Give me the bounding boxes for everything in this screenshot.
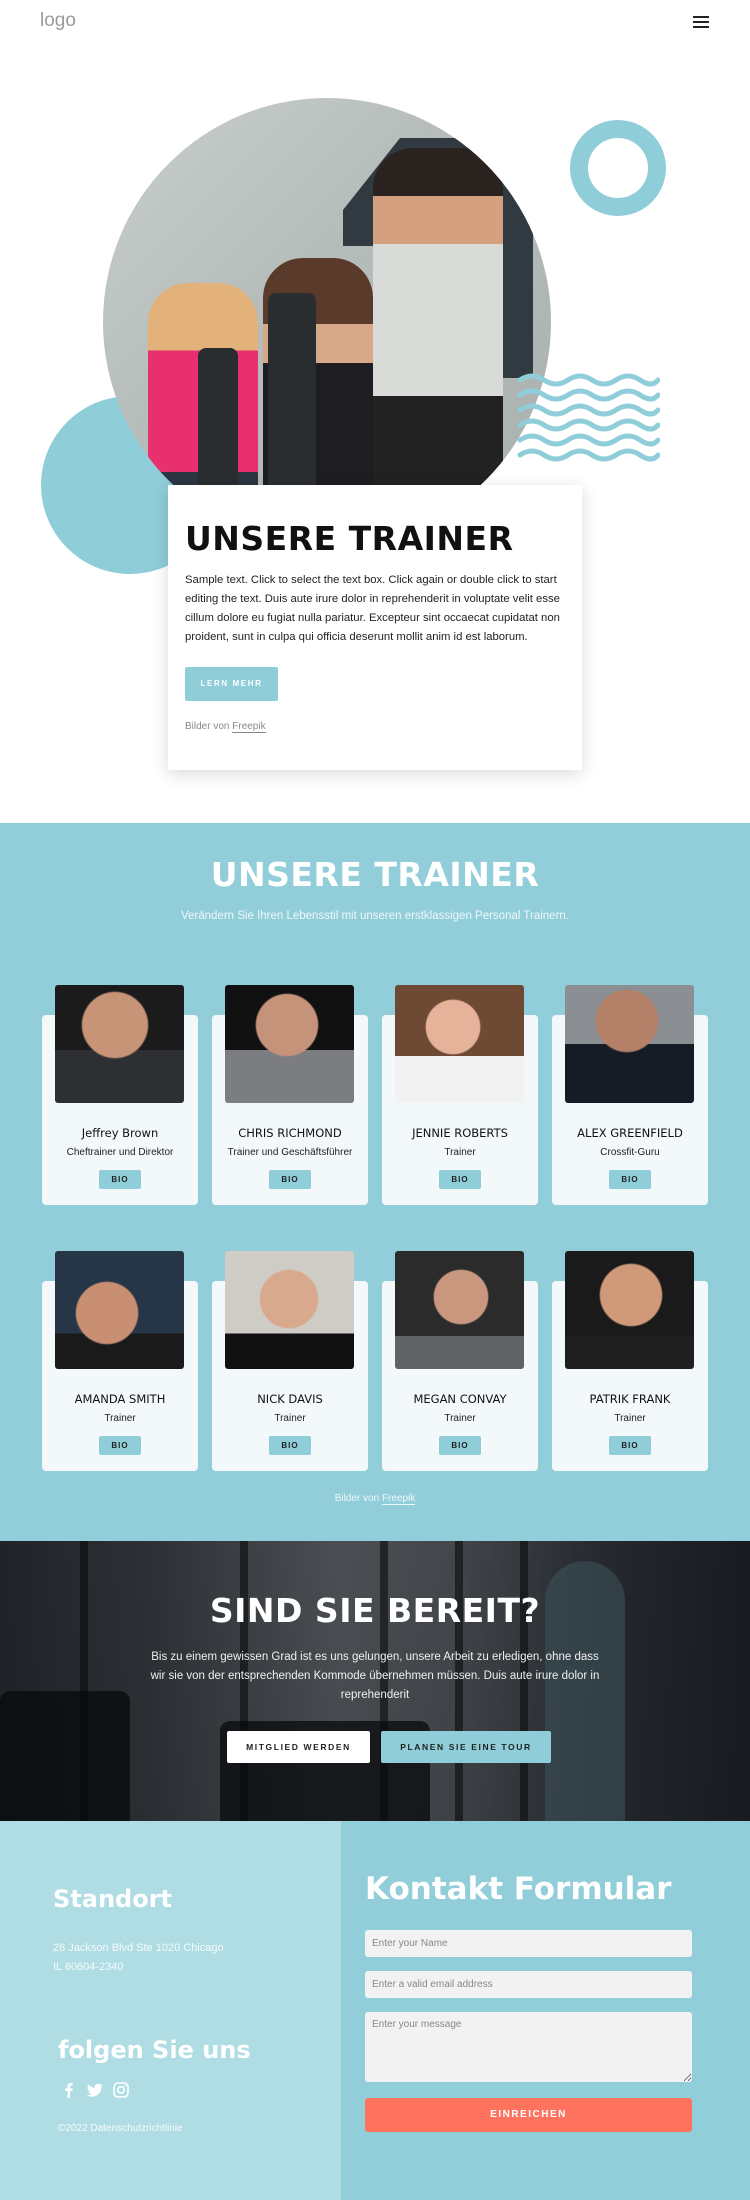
trainer-name: Jeffrey Brown: [81, 1126, 159, 1140]
trainer-name: CHRIS RICHMOND: [238, 1126, 342, 1140]
hero-image: [103, 98, 551, 546]
freepik-link[interactable]: Freepik: [381, 1493, 416, 1505]
social-links: [60, 2081, 130, 2099]
location-title: Standort: [53, 1885, 173, 1913]
trainer-card: Jeffrey Brown Cheftrainer und Direktor BIO: [42, 985, 198, 1205]
bio-button[interactable]: BIO: [609, 1436, 651, 1455]
trainer-card: NICK DAVIS Trainer BIO: [212, 1251, 368, 1471]
trainer-name: NICK DAVIS: [257, 1392, 323, 1406]
learn-more-button[interactable]: LERN MEHR: [185, 667, 278, 702]
name-input[interactable]: [365, 1930, 692, 1957]
facebook-icon[interactable]: [60, 2081, 78, 2099]
trainer-photo: [225, 1251, 354, 1369]
trainer-role: Cheftrainer und Direktor: [66, 1147, 174, 1158]
trainer-photo: [395, 1251, 524, 1369]
contact-section: Kontakt Formular EINREICHEN: [341, 1821, 750, 2200]
message-input[interactable]: [365, 2012, 692, 2082]
bio-button[interactable]: BIO: [99, 1170, 141, 1189]
trainer-card: MEGAN CONVAY Trainer BIO: [382, 1251, 538, 1471]
copyright[interactable]: ©2022 Datenschutzrichtlinie: [58, 2123, 183, 2134]
trainer-role: Trainer: [104, 1413, 136, 1424]
submit-button[interactable]: EINREICHEN: [365, 2098, 692, 2132]
follow-title: folgen Sie uns: [58, 2036, 251, 2064]
become-member-button[interactable]: MITGLIED WERDEN: [227, 1731, 370, 1763]
hero-card: UNSERE TRAINER Sample text. Click to sel…: [168, 485, 582, 770]
trainer-role: Trainer: [274, 1413, 306, 1424]
freepik-link[interactable]: Freepik: [232, 721, 266, 734]
bio-button[interactable]: BIO: [439, 1170, 481, 1189]
trainer-role: Crossfit-Guru: [600, 1147, 660, 1158]
trainer-card: CHRIS RICHMOND Trainer und Geschäftsführe…: [212, 985, 368, 1205]
trainer-name: ALEX GREENFIELD: [577, 1126, 683, 1140]
trainer-card: AMANDA SMITH Trainer BIO: [42, 1251, 198, 1471]
image-credit: Bilder von Freepik: [334, 1493, 416, 1505]
trainer-photo: [225, 985, 354, 1103]
trainer-name: AMANDA SMITH: [74, 1392, 166, 1406]
trainer-role: Trainer: [444, 1413, 476, 1424]
trainers-section: UNSERE TRAINER Verändern Sie Ihren Leben…: [0, 823, 750, 1541]
cta-title: SIND SIE BEREIT?: [209, 1591, 541, 1630]
trainer-name: JENNIE ROBERTS: [412, 1126, 508, 1140]
trainer-role: Trainer: [444, 1147, 476, 1158]
image-credit: Bilder von Freepik: [185, 721, 266, 734]
instagram-icon[interactable]: [112, 2081, 130, 2099]
trainer-name: PATRIK FRANK: [589, 1392, 671, 1406]
trainer-photo: [565, 985, 694, 1103]
logo[interactable]: logo: [40, 10, 76, 32]
trainer-card: PATRIK FRANK Trainer BIO: [552, 1251, 708, 1471]
bio-button[interactable]: BIO: [269, 1170, 311, 1189]
section-title: UNSERE TRAINER: [210, 855, 540, 894]
twitter-icon[interactable]: [86, 2081, 104, 2099]
hero-text: Sample text. Click to select the text bo…: [185, 574, 560, 644]
decorative-waves: [517, 373, 660, 462]
trainer-role: Trainer: [614, 1413, 646, 1424]
trainer-card: JENNIE ROBERTS Trainer BIO: [382, 985, 538, 1205]
bio-button[interactable]: BIO: [609, 1170, 651, 1189]
decorative-ring: [570, 120, 666, 216]
trainer-photo: [55, 1251, 184, 1369]
bio-button[interactable]: BIO: [269, 1436, 311, 1455]
cta-section: SIND SIE BEREIT? Bis zu einem gewissen G…: [0, 1541, 750, 1821]
trainer-role: Trainer und Geschäftsführer: [227, 1147, 353, 1158]
hero-title: UNSERE TRAINER: [185, 519, 514, 558]
trainer-card: ALEX GREENFIELD Crossfit-Guru BIO: [552, 985, 708, 1205]
hamburger-menu-icon[interactable]: [693, 16, 709, 30]
trainer-photo: [395, 985, 524, 1103]
contact-title: Kontakt Formular: [365, 1871, 672, 1907]
trainer-photo: [55, 985, 184, 1103]
bio-button[interactable]: BIO: [439, 1436, 481, 1455]
email-input[interactable]: [365, 1971, 692, 1998]
trainer-photo: [565, 1251, 694, 1369]
header: logo: [0, 0, 750, 48]
bio-button[interactable]: BIO: [99, 1436, 141, 1455]
section-subtitle: Verändern Sie Ihren Lebensstil mit unser…: [180, 910, 570, 922]
trainer-name: MEGAN CONVAY: [413, 1392, 507, 1406]
footer-info: Standort 28 Jackson Blvd Ste 1020 Chicag…: [0, 1821, 341, 2200]
address: 28 Jackson Blvd Ste 1020 Chicago IL 6060…: [53, 1942, 224, 1973]
plan-tour-button[interactable]: PLANEN SIE EINE TOUR: [381, 1731, 551, 1763]
cta-text: Bis zu einem gewissen Grad ist es uns ge…: [150, 1651, 600, 1701]
